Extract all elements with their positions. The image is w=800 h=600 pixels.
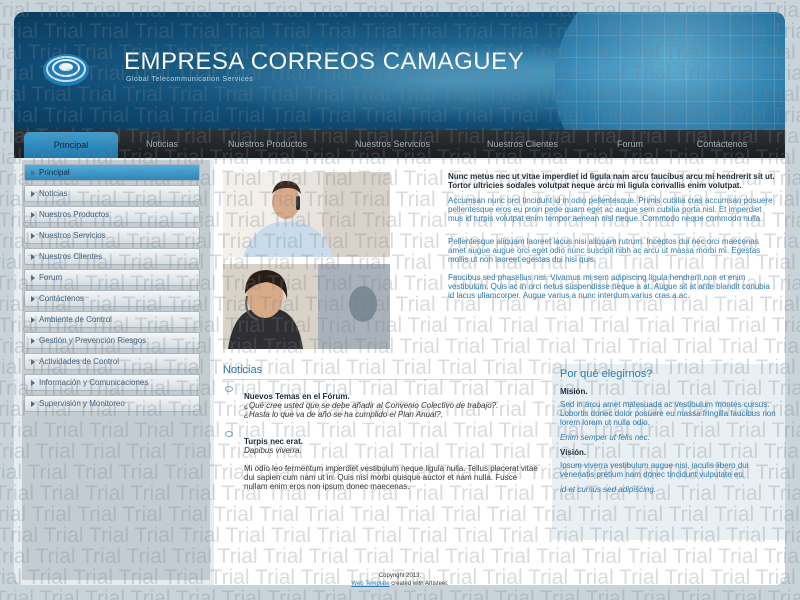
web-template-link[interactable]: Web Template — [351, 581, 389, 587]
why-title: Por qué elegirnos? — [560, 368, 653, 380]
sidebar-item-servicios[interactable]: Nuestros Servicios — [24, 227, 200, 244]
why-choose-us-box: Por qué elegirnos? Misión. Sed in arcu a… — [552, 364, 785, 540]
sidebar-item-noticias[interactable]: Noticias — [24, 185, 200, 202]
globe-grid-decoration — [554, 12, 785, 130]
sidebar-item-label: Noticias — [39, 189, 68, 198]
sidebar-item-label: Supervisión y Monitoreo — [39, 399, 125, 408]
news-title: Noticias — [223, 364, 541, 380]
site-footer: Copyright 2013. Web Template created wit… — [0, 572, 800, 588]
news-item-heading[interactable]: Nuevos Temas en el Fórum. — [244, 392, 541, 401]
arrow-right-icon — [31, 379, 35, 386]
topnav-item-noticias[interactable]: Noticias — [118, 130, 206, 158]
news-item-heading[interactable]: Turpis nec erat. — [244, 437, 541, 446]
arrow-right-icon — [31, 232, 35, 239]
mision-heading: Misión. — [560, 387, 588, 396]
arrow-right-icon — [31, 337, 35, 344]
vision-heading: Visión. — [560, 448, 587, 457]
sidebar-item-principal[interactable]: Principal — [24, 164, 200, 181]
arrow-right-icon — [31, 211, 35, 218]
intro-paragraph-1: Accumsan nunc orci tincidunt id in odio … — [448, 196, 773, 223]
sidebar-item-label: Ambiente de Control — [39, 315, 112, 324]
vision-text: Ipsum viverra vestibulum augue nisi, iac… — [560, 461, 749, 479]
intro-lead: Nunc metus nec ut vitae imperdiet id lig… — [448, 172, 775, 190]
news-section: Noticias Nuevos Temas en el Fórum. ¿Qué … — [223, 364, 541, 503]
arrow-right-icon — [31, 190, 35, 197]
intro-text: Nunc metus nec ut vitae imperdiet id lig… — [448, 172, 778, 309]
sidebar-item-label: Contáctenos — [39, 294, 84, 303]
sidebar-item-supervision[interactable]: Supervisión y Monitoreo — [24, 395, 200, 412]
footer-created: created with Artisteer. — [391, 581, 449, 587]
sidebar-item-label: Nuestros Productos — [39, 210, 110, 219]
news-item-body: Mi odio leo fermentum imperdiet vestibul… — [244, 464, 538, 491]
arrow-right-icon — [31, 253, 35, 260]
news-item-line: Dapibus viverra. — [244, 446, 302, 455]
arrow-right-icon — [31, 400, 35, 407]
sidebar-item-forum[interactable]: Forum — [24, 269, 200, 286]
news-item: Turpis nec erat. Dapibus viverra. Mi odi… — [223, 431, 541, 491]
sidebar-menu: Principal Noticias Nuestros Productos Nu… — [22, 160, 210, 580]
arrow-right-icon — [31, 295, 35, 302]
topnav-item-principal[interactable]: Principal — [24, 132, 118, 158]
sidebar-item-label: Gestión y Prevención Riesgos — [39, 336, 147, 345]
news-item: Nuevos Temas en el Fórum. ¿Qué cree uste… — [223, 386, 541, 419]
topnav-item-contactenos[interactable]: Contáctenos — [671, 130, 773, 158]
arrow-right-icon — [31, 358, 35, 365]
news-item-line: ¿Hasta lo que va de año se ha cumplido e… — [244, 410, 443, 419]
site-tagline: Global Telecommunication Services — [126, 76, 254, 83]
sidebar-item-label: Principal — [39, 168, 70, 177]
sidebar-item-clientes[interactable]: Nuestros Clientes — [24, 248, 200, 265]
intro-paragraph-2: Pellentesque aliquam laoreet lacus nisi … — [448, 237, 761, 264]
sidebar-item-actividades-control[interactable]: Actividades de Control — [24, 353, 200, 370]
sidebar-item-ambiente-control[interactable]: Ambiente de Control — [24, 311, 200, 328]
man-on-phone-photo — [223, 172, 390, 257]
site-logo-icon — [43, 54, 89, 86]
circle-bullet-icon — [225, 431, 233, 437]
sidebar-item-label: Actividades de Control — [39, 357, 120, 366]
sidebar-item-label: Información y Comunicaciones — [39, 378, 149, 387]
sidebar-item-label: Nuestros Servicios — [39, 231, 106, 240]
topnav-item-clientes[interactable]: Nuestros Clientes — [456, 130, 589, 158]
sidebar-item-label: Nuestros Clientes — [39, 252, 103, 261]
arrow-right-icon — [31, 169, 35, 176]
mision-text: Sed in arcu amet malesuada ac vestibulum… — [560, 400, 776, 427]
sidebar-item-contactenos[interactable]: Contáctenos — [24, 290, 200, 307]
intro-paragraph-3: Faucibus sed phasellus nisi. Vivamus mi … — [448, 273, 770, 300]
topnav-item-servicios[interactable]: Nuestros Servicios — [329, 130, 456, 158]
circle-bullet-icon — [225, 386, 233, 392]
topnav-item-forum[interactable]: Forum — [589, 130, 671, 158]
sidebar-item-label: Forum — [39, 273, 63, 282]
site-header: EMPRESA CORREOS CAMAGUEY Global Telecomm… — [14, 12, 785, 130]
arrow-right-icon — [31, 274, 35, 281]
page-frame: EMPRESA CORREOS CAMAGUEY Global Telecomm… — [14, 12, 785, 585]
sidebar-item-gestion-riesgos[interactable]: Gestión y Prevención Riesgos — [24, 332, 200, 349]
footer-copyright: Copyright 2013. — [378, 573, 422, 579]
vision-italic: id et cursus sed adipiscing. — [560, 485, 657, 494]
arrow-right-icon — [31, 316, 35, 323]
sidebar-item-productos[interactable]: Nuestros Productos — [24, 206, 200, 223]
top-navigation: Principal Noticias Nuestros Productos Nu… — [14, 130, 785, 158]
site-title: EMPRESA CORREOS CAMAGUEY — [124, 48, 525, 75]
topnav-item-productos[interactable]: Nuestros Productos — [206, 130, 329, 158]
mision-italic: Enim semper ut felis nec. — [560, 433, 650, 442]
sidebar-item-informacion[interactable]: Información y Comunicaciones — [24, 374, 200, 391]
woman-with-headset-photo — [223, 264, 390, 349]
news-item-line: ¿Qué cree usted que se debe añadir al Co… — [244, 401, 499, 410]
